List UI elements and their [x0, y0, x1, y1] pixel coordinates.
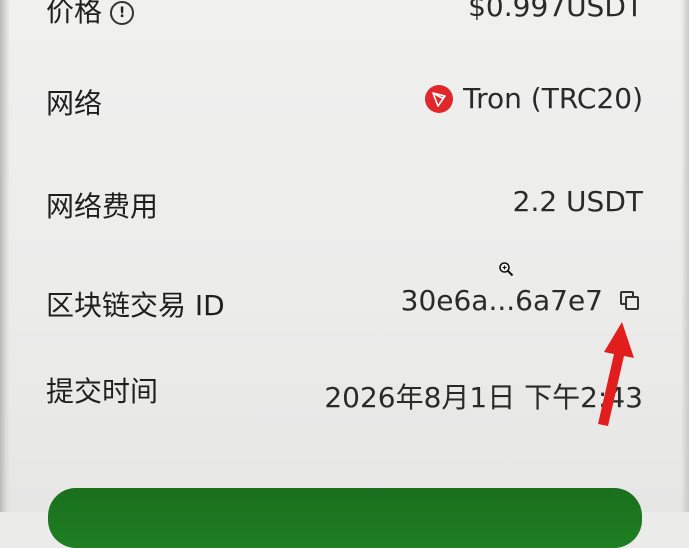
price-value: $0.997USDT — [468, 0, 643, 23]
row-network: 网络 Tron (TRC20) — [0, 70, 689, 130]
copy-icon[interactable] — [617, 288, 643, 314]
transaction-id-value: 30e6a...6a7e7 — [400, 284, 603, 317]
network-fee-label: 网络费用 — [46, 190, 159, 223]
zoom-cursor-icon — [499, 262, 514, 277]
transaction-id-value-wrap: 30e6a...6a7e7 — [401, 284, 643, 317]
network-value: Tron (TRC20) — [463, 82, 643, 115]
network-value-wrap: Tron (TRC20) — [425, 82, 643, 115]
network-fee-value: 2.2 USDT — [512, 185, 643, 218]
row-price: 价格! $0.997USDT — [0, 0, 689, 38]
bottom-action-button[interactable] — [48, 488, 642, 548]
network-label: 网络 — [46, 87, 103, 120]
transaction-id-label: 区块链交易 ID — [46, 289, 225, 322]
red-arrow-annotation-icon — [598, 322, 634, 426]
row-submit-time: 提交时间 2026年8月1日 下午2:43 — [0, 358, 689, 418]
row-network-fee: 网络费用 2.2 USDT — [0, 173, 689, 233]
info-icon[interactable]: ! — [110, 1, 135, 25]
price-label: 价格! — [46, 0, 135, 30]
submit-time-label: 提交时间 — [46, 375, 159, 408]
row-transaction-id: 区块链交易 ID 30e6a...6a7e7 — [0, 272, 689, 332]
screen: 价格! $0.997USDT 网络 Tron (TRC20) 网络费用 2.2 … — [0, 0, 689, 548]
tron-logo-icon — [425, 84, 454, 113]
